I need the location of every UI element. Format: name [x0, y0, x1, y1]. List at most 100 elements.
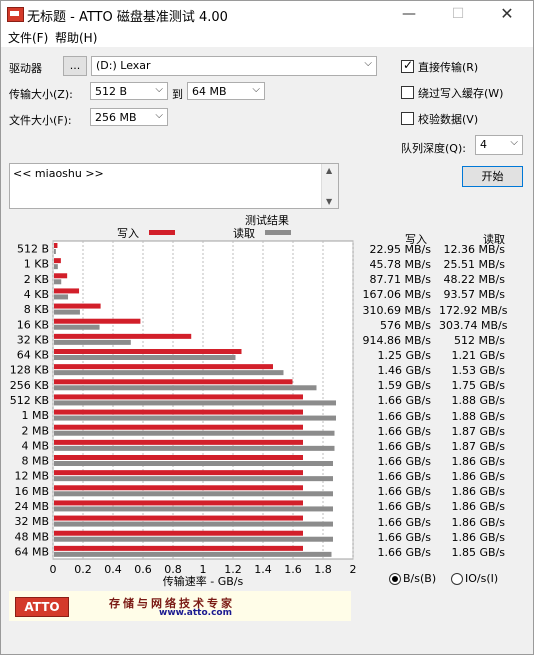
write-value-cell: 1.66 GB/s: [377, 409, 432, 423]
write-bar: [54, 545, 303, 551]
y-tick-label: 1 MB: [21, 409, 49, 422]
read-bar: [54, 445, 335, 451]
write-bar: [54, 500, 303, 506]
x-tick-label: 1.8: [314, 563, 332, 576]
atto-logo: ATTO: [15, 597, 69, 617]
y-tick-label: 12 MB: [14, 470, 49, 483]
y-tick-label: 256 KB: [10, 379, 49, 392]
read-value-cell: 48.22 MB/s: [443, 273, 505, 287]
read-value-cell: 1.87 GB/s: [451, 439, 506, 453]
write-bar: [54, 409, 303, 415]
write-value-cell: 1.66 GB/s: [377, 424, 432, 438]
read-value-cell: 1.86 GB/s: [451, 515, 506, 529]
read-value-cell: 172.92 MB/s: [439, 303, 508, 317]
y-tick-label: 64 MB: [14, 545, 49, 558]
write-bar: [54, 318, 141, 324]
write-bar: [54, 288, 80, 294]
y-tick-label: 1 KB: [24, 258, 49, 271]
write-value-cell: 1.66 GB/s: [377, 545, 432, 559]
read-bar: [54, 264, 58, 270]
read-bar: [54, 385, 317, 391]
write-bar: [54, 243, 58, 248]
read-value-cell: 1.87 GB/s: [451, 424, 506, 438]
write-value-cell: 45.78 MB/s: [369, 258, 431, 272]
write-value-cell: 167.06 MB/s: [362, 288, 431, 302]
y-tick-label: 4 KB: [24, 288, 49, 301]
read-value-cell: 1.86 GB/s: [451, 485, 506, 499]
write-value-cell: 1.46 GB/s: [377, 364, 432, 378]
y-tick-label: 8 KB: [24, 303, 49, 316]
y-tick-label: 32 KB: [17, 333, 49, 346]
write-value-cell: 1.66 GB/s: [377, 394, 432, 408]
read-value-cell: 1.86 GB/s: [451, 455, 506, 468]
write-value-cell: 1.66 GB/s: [377, 530, 432, 544]
x-tick-label: 0.6: [134, 563, 152, 576]
y-tick-label: 512 KB: [10, 394, 49, 407]
read-bar: [54, 370, 284, 376]
y-tick-label: 8 MB: [21, 455, 49, 468]
y-tick-label: 48 MB: [14, 530, 49, 543]
read-value-cell: 1.85 GB/s: [451, 545, 506, 559]
write-bar: [54, 273, 68, 279]
y-tick-label: 16 KB: [17, 318, 49, 331]
write-value-cell: 87.71 MB/s: [369, 273, 431, 287]
unit-bs-label[interactable]: B/s(B): [403, 572, 436, 585]
read-value-cell: 303.74 MB/s: [439, 318, 508, 332]
write-bar: [54, 349, 242, 354]
write-bar: [54, 530, 303, 536]
write-bar: [54, 455, 303, 460]
read-bar: [54, 324, 100, 330]
read-bar: [54, 476, 333, 482]
read-value-cell: 512 MB/s: [454, 333, 505, 347]
unit-bs-radio[interactable]: [389, 573, 401, 585]
write-value-cell: 22.95 MB/s: [369, 243, 431, 256]
write-value-cell: 1.25 GB/s: [377, 349, 432, 362]
write-bar: [54, 515, 303, 521]
read-value-cell: 1.86 GB/s: [451, 500, 506, 514]
atto-banner[interactable]: ATTO 存储与网络技术专家 www.atto.com: [9, 591, 351, 621]
x-tick-label: 1.6: [284, 563, 302, 576]
read-bar: [54, 461, 333, 466]
write-value-cell: 1.66 GB/s: [377, 500, 432, 514]
x-tick-label: 0.4: [104, 563, 122, 576]
read-bar: [54, 491, 333, 497]
x-axis-label: 传输速率 - GB/s: [163, 574, 244, 588]
read-bar: [54, 279, 62, 285]
write-value-cell: 1.66 GB/s: [377, 515, 432, 529]
write-bar: [54, 394, 303, 400]
write-bar: [54, 364, 273, 370]
x-tick-label: 0: [50, 563, 57, 576]
write-bar: [54, 303, 101, 309]
x-tick-label: 0.2: [74, 563, 92, 576]
banner-website[interactable]: www.atto.com: [159, 608, 232, 618]
y-tick-label: 64 KB: [17, 349, 49, 362]
read-bar: [54, 339, 131, 345]
write-value-cell: 310.69 MB/s: [362, 303, 431, 317]
y-tick-label: 4 MB: [21, 439, 49, 452]
write-value-cell: 1.66 GB/s: [377, 439, 432, 453]
read-value-cell: 1.88 GB/s: [451, 394, 506, 408]
read-value-cell: 1.53 GB/s: [451, 364, 506, 378]
radio-selected-dot: [392, 576, 398, 582]
write-bar: [54, 333, 192, 339]
write-value-cell: 1.59 GB/s: [377, 379, 432, 393]
write-bar: [54, 470, 303, 476]
read-value-cell: 1.75 GB/s: [451, 379, 506, 393]
read-bar: [54, 415, 336, 421]
y-tick-label: 32 MB: [14, 515, 49, 528]
read-value-cell: 93.57 MB/s: [443, 288, 505, 302]
x-tick-label: 2: [350, 563, 357, 576]
unit-ios-label[interactable]: IO/s(I): [465, 572, 498, 585]
write-value-cell: 1.66 GB/s: [377, 485, 432, 499]
unit-ios-radio[interactable]: [451, 573, 463, 585]
read-bar: [54, 355, 236, 360]
y-tick-label: 24 MB: [14, 500, 49, 513]
write-value-cell: 914.86 MB/s: [362, 333, 431, 347]
read-value-cell: 25.51 MB/s: [443, 258, 505, 272]
write-bar: [54, 258, 61, 264]
read-value-cell: 12.36 MB/s: [443, 243, 505, 256]
read-bar: [54, 249, 56, 254]
write-bar: [54, 379, 293, 385]
read-bar: [54, 536, 333, 542]
y-tick-label: 2 KB: [24, 273, 49, 286]
